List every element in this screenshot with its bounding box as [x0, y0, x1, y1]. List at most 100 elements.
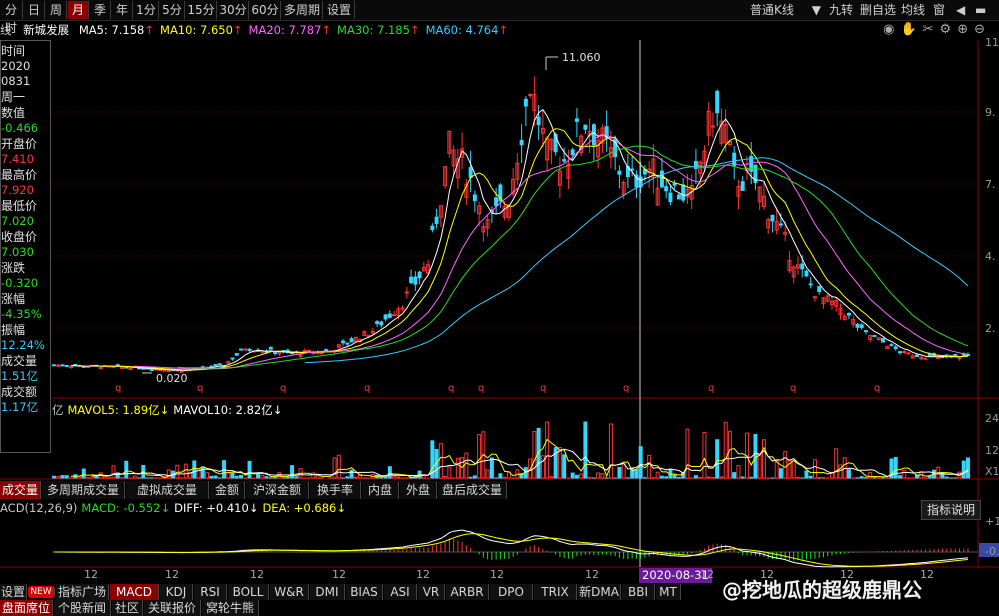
candle-body: [800, 263, 805, 270]
event-marker: q: [708, 383, 714, 394]
indicator-tab[interactable]: 盘后成交量: [438, 481, 507, 499]
volume-bar: [966, 457, 970, 479]
indicator-tab-label: 金额: [214, 483, 239, 497]
bottom-indicator-tab[interactable]: 新DMA: [578, 584, 621, 600]
bottom-indicator-label: TRIX: [541, 585, 569, 599]
indicator-tab[interactable]: 成交量: [0, 481, 41, 499]
indicator-tab-label: 成交量: [1, 483, 38, 497]
bottom-panel-tab[interactable]: 窝轮牛熊: [202, 600, 259, 616]
arrow-down-icon: ↓: [159, 403, 170, 417]
indicator-tab[interactable]: 虚拟成交量: [126, 481, 209, 499]
period-tab[interactable]: 年: [112, 1, 133, 19]
chart-canvas[interactable]: 11.060 0.020 q q q q q q q q q q q: [0, 40, 999, 600]
bottom-indicator-tab[interactable]: KDJ: [160, 584, 193, 600]
volume-ma5-line: [70, 438, 969, 479]
period-tab[interactable]: 设置: [324, 1, 355, 19]
bottom-indicator-tab[interactable]: 设置: [0, 584, 27, 600]
bottom-indicator-tab[interactable]: TRIX: [534, 584, 577, 600]
period-tab[interactable]: 季: [90, 1, 111, 19]
bottom-panel-tab[interactable]: 个股新闻: [54, 600, 111, 616]
bottom-indicator-tab[interactable]: BBI: [622, 584, 655, 600]
bottom-indicator-tab[interactable]: MT: [656, 584, 681, 600]
ma-value: MA10: 7.650↑: [160, 23, 243, 37]
bottom-indicator-tab[interactable]: DMI: [310, 584, 345, 600]
candle-body: [52, 364, 56, 367]
event-marker: q: [448, 383, 454, 394]
toolbar-right-button[interactable]: 均线: [901, 1, 925, 19]
volume-bar: [443, 476, 448, 479]
volume-legend-text: 亿: [52, 403, 64, 417]
volume-bar: [396, 476, 401, 479]
volume-bar: [804, 470, 809, 479]
event-marker: q: [623, 383, 629, 394]
volume-bar: [256, 474, 261, 479]
period-tab[interactable]: 多周期: [282, 1, 323, 19]
bottom-indicator-tab[interactable]: BOLL: [228, 584, 269, 600]
candle-body: [260, 350, 265, 353]
period-tab-label: 周: [49, 3, 62, 17]
period-tab[interactable]: 5分: [160, 1, 185, 19]
volume-bar: [345, 476, 350, 479]
toolbar-right-button[interactable]: 九转: [829, 1, 853, 19]
period-tab-label: 60分: [251, 3, 279, 17]
info-value: -4.35%: [1, 307, 42, 321]
macd-legend-item: DIFF: +0.410↓: [174, 501, 258, 515]
macd-histogram: [57, 538, 969, 561]
volume-bar: [727, 430, 732, 479]
candle-body: [523, 98, 528, 107]
chart-type-select[interactable]: 普通K线 ▼: [750, 1, 830, 19]
period-tab[interactable]: 60分: [250, 1, 281, 19]
candle-body: [379, 321, 384, 326]
bottom-indicator-tab[interactable]: ASI: [384, 584, 417, 600]
indicator-tab[interactable]: 沪深金额: [246, 481, 309, 499]
indicator-help-button[interactable]: 指标说明: [921, 500, 981, 520]
eye-icon[interactable]: ◉: [883, 22, 900, 37]
bottom-indicator-tab[interactable]: DPO: [490, 584, 533, 600]
bottom-indicator-tab[interactable]: ARBR: [446, 584, 489, 600]
toolbar-right-button[interactable]: 窗: [933, 1, 945, 19]
scissors-icon[interactable]: ✂: [923, 22, 940, 37]
indicator-tab[interactable]: 内盘: [362, 481, 399, 499]
bottom-panel-tab[interactable]: 社区: [112, 600, 143, 616]
candle-body: [804, 270, 809, 277]
price-axis-label: 9.: [985, 106, 996, 119]
bottom-indicator-tab[interactable]: W&R: [270, 584, 309, 600]
menu-icon[interactable]: ▬: [975, 1, 986, 19]
bottom-panel-tab[interactable]: 盘面席位: [0, 600, 53, 616]
back-icon[interactable]: ◀: [956, 1, 965, 19]
indicator-tab[interactable]: 多周期成交量: [42, 481, 125, 499]
indicator-tab[interactable]: 外盘: [400, 481, 437, 499]
volume-bar: [783, 451, 788, 479]
zoom-out-icon[interactable]: ⊖: [974, 22, 991, 37]
bottom-indicator-tab[interactable]: MACD: [110, 584, 159, 600]
volume-bar: [655, 471, 660, 479]
period-tab[interactable]: 日: [24, 1, 45, 19]
toolbar-right-button[interactable]: 删自选: [860, 1, 896, 19]
event-marker: q: [280, 383, 286, 394]
period-tab[interactable]: 周: [46, 1, 67, 19]
period-tab[interactable]: 15分: [186, 1, 217, 19]
bottom-indicator-tab[interactable]: 指标广场: [56, 584, 109, 600]
candle-body: [230, 357, 235, 360]
volume-bar: [247, 460, 252, 479]
indicator-tab[interactable]: 换手率: [310, 481, 361, 499]
indicator-tab[interactable]: 金额: [210, 481, 245, 499]
period-tab[interactable]: 1分: [134, 1, 159, 19]
bottom-indicator-tab[interactable]: BIAS: [346, 584, 383, 600]
bottom-indicator-tab[interactable]: NEW: [28, 586, 55, 598]
candle-body: [583, 124, 588, 130]
period-tab[interactable]: 分时: [0, 1, 23, 35]
bottom-panel-tab[interactable]: 关联报价: [144, 600, 201, 616]
volume-bar: [239, 474, 244, 479]
volume-bar: [290, 465, 295, 479]
bottom-indicator-tab[interactable]: VR: [418, 584, 445, 600]
settings-icon[interactable]: ⚙: [940, 22, 958, 37]
zoom-in-icon[interactable]: ⊕: [957, 22, 974, 37]
period-tab[interactable]: 30分: [218, 1, 249, 19]
volume-bar: [897, 475, 902, 479]
bottom-indicator-tab[interactable]: RSI: [194, 584, 227, 600]
period-tab[interactable]: 月: [68, 1, 89, 19]
bottom-panel-label: 窝轮牛熊: [205, 601, 254, 615]
candle-body: [528, 94, 533, 97]
hand-icon[interactable]: ✋: [900, 22, 922, 37]
